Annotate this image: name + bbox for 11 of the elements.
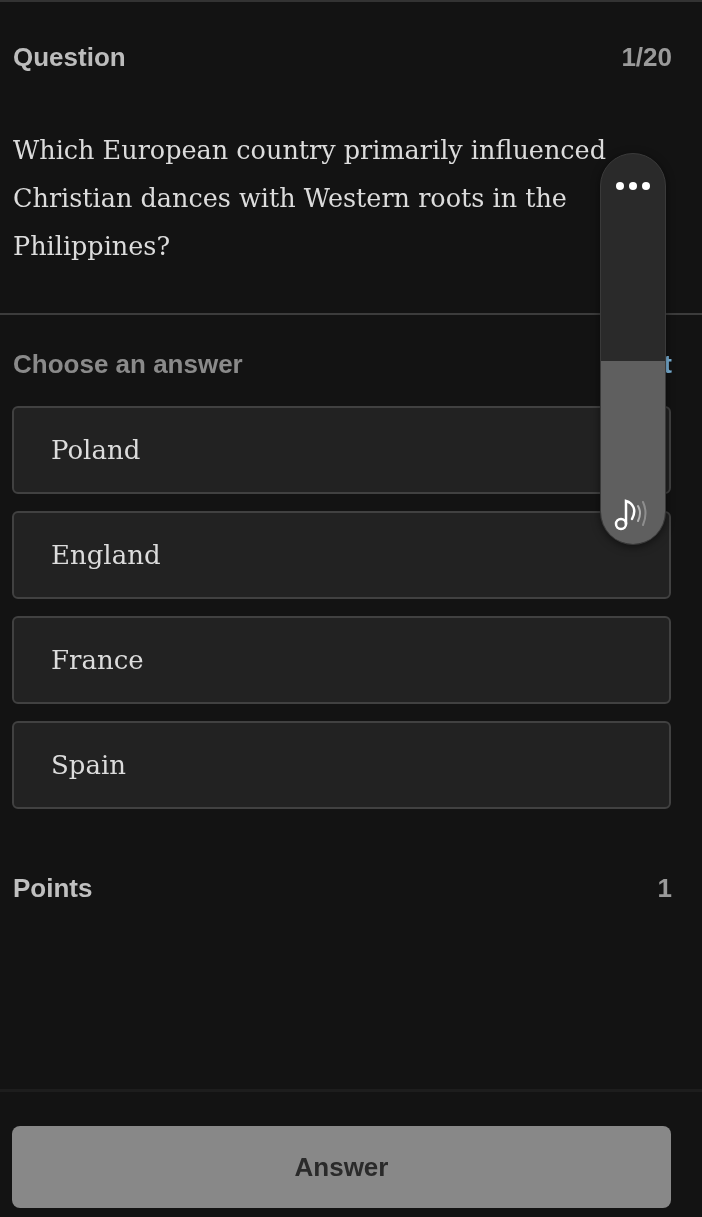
points-label: Points bbox=[13, 872, 93, 904]
answer-option[interactable]: France bbox=[12, 616, 671, 704]
question-text: Which European country primarily influenced Christian dances with Western roots in the Philippines? bbox=[13, 134, 608, 263]
answers-label: Choose an answer bbox=[13, 348, 243, 380]
answer-option[interactable]: Spain bbox=[12, 721, 671, 809]
points-value: 1 bbox=[657, 872, 672, 904]
answer-option[interactable]: Poland bbox=[12, 406, 671, 494]
question-counter: 1/20 bbox=[621, 41, 672, 73]
more-icon[interactable] bbox=[616, 182, 650, 190]
section-title: Question bbox=[13, 41, 126, 73]
answer-option[interactable]: England bbox=[12, 511, 671, 599]
